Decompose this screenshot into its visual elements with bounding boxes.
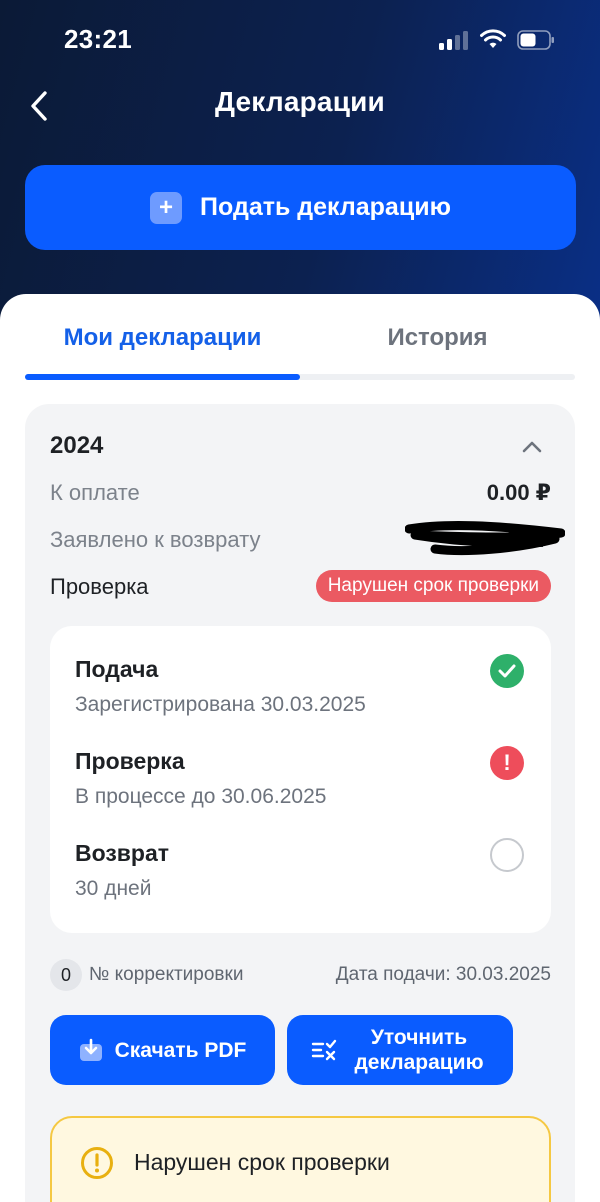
to-pay-value: 0.00 ₽ [486,480,551,505]
plus-icon: + [150,191,183,224]
submit-declaration-button[interactable]: + Подать декларацию [25,165,576,250]
step-title: Возврат [75,840,170,866]
correction-number-badge: 0 [50,959,82,991]
download-pdf-button[interactable]: Скачать PDF [50,1015,275,1085]
download-pdf-label: Скачать PDF [114,1038,247,1062]
battery-icon [517,30,554,50]
declaration-card: 2024 К оплате 0.00 ₽ Заявлено к возврату… [25,404,575,1202]
page-title: Декларации [215,86,385,117]
correction-label: № корректировки [89,964,244,985]
step-subtitle: 30 дней [75,877,152,900]
header: 23:21 Декларации + Подать декларацию [0,0,600,330]
step-subtitle: Зарегистрирована 30.03.2025 [75,693,366,716]
empty-circle-icon [490,838,524,872]
check-label: Проверка [50,574,149,599]
clarify-declaration-label: Уточнить декларацию [354,1026,484,1074]
check-circle-icon [490,654,524,688]
status-badge: Нарушен срок проверки [315,570,551,602]
warning-icon [81,1147,113,1179]
declaration-year: 2024 [50,432,104,459]
check-row: Проверка Нарушен срок проверки [50,570,551,604]
refund-label: Заявлено к возврату [50,527,261,552]
to-pay-label: К оплате [50,480,140,505]
content-sheet: Мои декларации История 2024 К оплате 0.0… [0,294,600,1202]
status-bar: 23:21 [0,0,600,80]
signal-icon [439,30,469,50]
edit-list-icon [311,1039,337,1061]
declaration-meta: 0 № корректировки Дата подачи: 30.03.202… [50,959,551,993]
redaction-scribble [405,521,565,556]
step-title: Проверка [75,748,185,774]
progress-steps: Подача Зарегистрирована 30.03.2025 Прове… [50,626,551,933]
refund-row: Заявлено к возврату 0 ₽ [50,521,565,557]
to-pay-row: К оплате 0.00 ₽ [50,480,551,510]
submit-declaration-label: Подать декларацию [200,193,451,221]
submit-date: Дата подачи: 30.03.2025 [335,964,551,985]
chevron-up-icon[interactable] [521,440,543,454]
step-subtitle: В процессе до 30.06.2025 [75,785,327,808]
tabs: Мои декларации История [25,324,575,380]
tab-my-declarations[interactable]: Мои декларации [25,324,300,372]
tab-active-indicator [25,374,300,380]
wifi-icon [480,29,506,48]
clarify-declaration-button[interactable]: Уточнить декларацию [287,1015,513,1085]
tab-history[interactable]: История [300,324,575,372]
exclamation-circle-icon: ! [490,746,524,780]
status-time: 23:21 [64,24,132,54]
step-title: Подача [75,656,159,682]
warning-text: Нарушен срок проверки [134,1149,390,1175]
warning-banner: Нарушен срок проверки [50,1116,551,1202]
download-icon [79,1038,102,1061]
